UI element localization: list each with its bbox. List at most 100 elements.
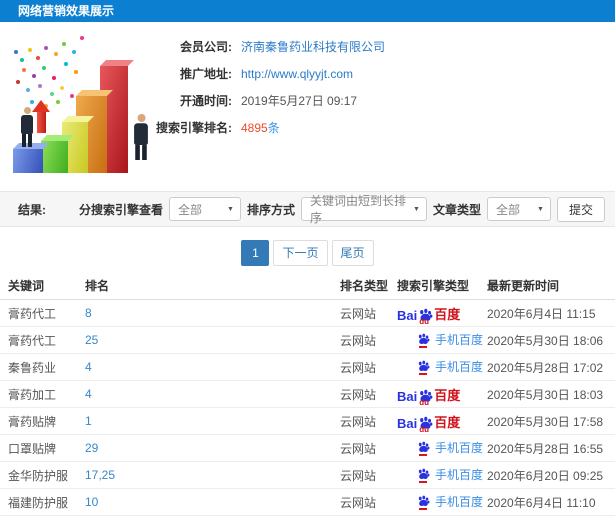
info-value[interactable]: http://www.qlyyjt.com (241, 67, 353, 81)
result-label: 结果: (18, 202, 46, 217)
article-type-select[interactable]: 全部 ▼ (486, 197, 551, 221)
rank-link[interactable]: 10 (85, 495, 98, 509)
rank-cell: 4 (85, 387, 340, 401)
keyword-cell: 福建防护服 (8, 495, 69, 510)
mobile-baidu-text: 手机百度 (435, 360, 484, 374)
rank-cell: 8 (85, 306, 340, 320)
table-body: 膏药代工 8 云网站 Bai du 百度 手机百度 2020年6月4日 11:1… (0, 300, 615, 516)
mobile-baidu-text: 手机百度 (435, 333, 484, 347)
baidu-bai-text: Bai (397, 307, 418, 323)
bar-blue (13, 143, 49, 173)
table-row: 膏药代工 25 云网站 Bai du 百度 手机百度 2020年5月30日 18… (0, 327, 615, 354)
rank-type-cell: 云网站 (340, 333, 377, 348)
baidu-bai-text: Bai (397, 388, 418, 404)
rank-cell: 17,25 (85, 468, 340, 482)
next-page-button[interactable]: 下一页 (273, 240, 328, 266)
baidu-du-text: du (419, 424, 430, 434)
info-row: 开通时间: 2019年5月27日 09:17 (150, 87, 609, 114)
rank-link[interactable]: 25 (85, 333, 98, 347)
rank-link[interactable]: 1 (85, 414, 92, 428)
baidu-paw-icon (417, 441, 430, 456)
rank-type-cell: 云网站 (340, 414, 377, 429)
page-1-button[interactable]: 1 (241, 240, 270, 266)
chevron-down-icon: ▼ (227, 205, 234, 213)
header-rank: 排名 (85, 278, 110, 293)
header-updated: 最新更新时间 (487, 278, 560, 293)
rank-type-cell: 云网站 (340, 306, 377, 321)
updated-time-cell: 2020年6月20日 09:25 (487, 468, 604, 483)
rank-cell: 29 (85, 441, 340, 455)
table-row: 秦鲁药业 4 云网站 Bai du 百度 手机百度 2020年5月28日 17:… (0, 354, 615, 381)
updated-time-cell: 2020年5月30日 17:58 (487, 414, 604, 429)
info-value: 2019年5月27日 09:17 (241, 94, 358, 108)
mobile-baidu-logo: 手机百度 (417, 331, 483, 348)
mobile-baidu-text: 手机百度 (435, 468, 484, 482)
rank-cell: 4 (85, 360, 340, 374)
mobile-baidu-logo: 手机百度 (417, 439, 483, 456)
engine-cell: Bai du 百度 手机百度 (397, 358, 487, 376)
baidu-paw-icon: du (418, 308, 433, 326)
page: 网络营销效果展示 会员公司: 济南秦鲁药业科技有限公司 推广地址: http:/… (0, 0, 615, 520)
table-header-row: 关键词 排名 排名类型 搜索引擎类型 最新更新时间 (0, 271, 615, 300)
baidu-du-text: du (419, 316, 430, 326)
updated-time-cell: 2020年5月30日 18:06 (487, 333, 604, 348)
baidu-bai-text: Bai (397, 415, 418, 431)
engine-filter-value: 全部 (177, 202, 202, 217)
table-row: 膏药代工 8 云网站 Bai du 百度 手机百度 2020年6月4日 11:1… (0, 300, 615, 327)
baidu-paw-icon: du (418, 416, 433, 434)
baidu-paw-icon (417, 495, 430, 510)
mobile-baidu-logo: 手机百度 (417, 466, 483, 483)
baidu-logo: Bai du 百度 (397, 304, 460, 326)
keyword-cell: 膏药代工 (8, 306, 57, 321)
baidu-logo: Bai du 百度 (397, 412, 461, 434)
table-row: 福建防护服 10 云网站 Bai du 百度 手机百度 2020年6月4日 11… (0, 489, 615, 516)
submit-button[interactable]: 提交 (556, 196, 605, 222)
rank-link[interactable]: 4 (85, 387, 92, 401)
engine-filter-select[interactable]: 全部 ▼ (168, 197, 241, 221)
table-row: 金华防护服 17,25 云网站 Bai du 百度 手机百度 2020年6月20… (0, 462, 615, 489)
rank-link[interactable]: 17,25 (85, 468, 115, 482)
header-keyword: 关键词 (8, 278, 45, 293)
article-type-value: 全部 (495, 202, 520, 217)
info-label: 搜索引擎排名: (156, 121, 232, 135)
member-info: 会员公司: 济南秦鲁药业科技有限公司 推广地址: http://www.qlyy… (150, 33, 609, 141)
rank-type-cell: 云网站 (340, 360, 377, 375)
rank-link[interactable]: 4 (85, 360, 92, 374)
engine-cell: Bai du 百度 手机百度 (397, 466, 487, 484)
engine-cell: Bai du 百度 手机百度 (397, 331, 487, 349)
baidu-cn-text: 百度 (434, 387, 461, 403)
engine-cell: Bai du 百度 手机百度 (397, 439, 487, 457)
updated-time-cell: 2020年5月28日 16:55 (487, 441, 604, 456)
page-header: 网络营销效果展示 (0, 0, 615, 22)
mobile-baidu-logo: 手机百度 (417, 358, 483, 375)
updated-time-cell: 2020年5月30日 18:03 (487, 387, 604, 402)
keyword-cell: 金华防护服 (8, 468, 69, 483)
engine-filter-label: 分搜索引擎查看 (78, 202, 163, 217)
table-row: 膏药加工 4 云网站 Bai du 百度 手机百度 2020年5月30日 18:… (0, 381, 615, 408)
keyword-cell: 口罩贴牌 (8, 441, 57, 456)
page-title: 网络营销效果展示 (18, 4, 115, 18)
sort-select[interactable]: 关键词由短到长排序 ▼ (300, 194, 427, 225)
baidu-cn-text: 百度 (434, 414, 461, 430)
baidu-paw-icon: du (418, 389, 433, 407)
mobile-baidu-logo: 手机百度 (417, 493, 483, 510)
baidu-paw-icon (417, 333, 430, 348)
last-page-button[interactable]: 尾页 (331, 240, 374, 266)
sort-label: 排序方式 (246, 202, 295, 217)
engine-cell: Bai du 百度 手机百度 (397, 412, 487, 434)
rank-type-cell: 云网站 (340, 495, 377, 510)
rank-link[interactable]: 29 (85, 441, 98, 455)
rank-link[interactable]: 8 (85, 306, 92, 320)
engine-cell: Bai du 百度 手机百度 (397, 385, 487, 407)
info-row: 搜索引擎排名: 4895 条 (150, 114, 609, 141)
baidu-paw-icon (417, 468, 430, 483)
info-value-suffix: 条 (267, 121, 280, 135)
header-engine-type: 搜索引擎类型 (397, 278, 470, 293)
rank-type-cell: 云网站 (340, 468, 377, 483)
info-value[interactable]: 济南秦鲁药业科技有限公司 (241, 38, 385, 55)
rank-cell: 10 (85, 495, 340, 509)
article-type-label: 文章类型 (432, 202, 481, 217)
baidu-paw-icon (417, 360, 430, 375)
pagination: 1 下一页 尾页 (0, 240, 615, 266)
rank-type-cell: 云网站 (340, 441, 377, 456)
